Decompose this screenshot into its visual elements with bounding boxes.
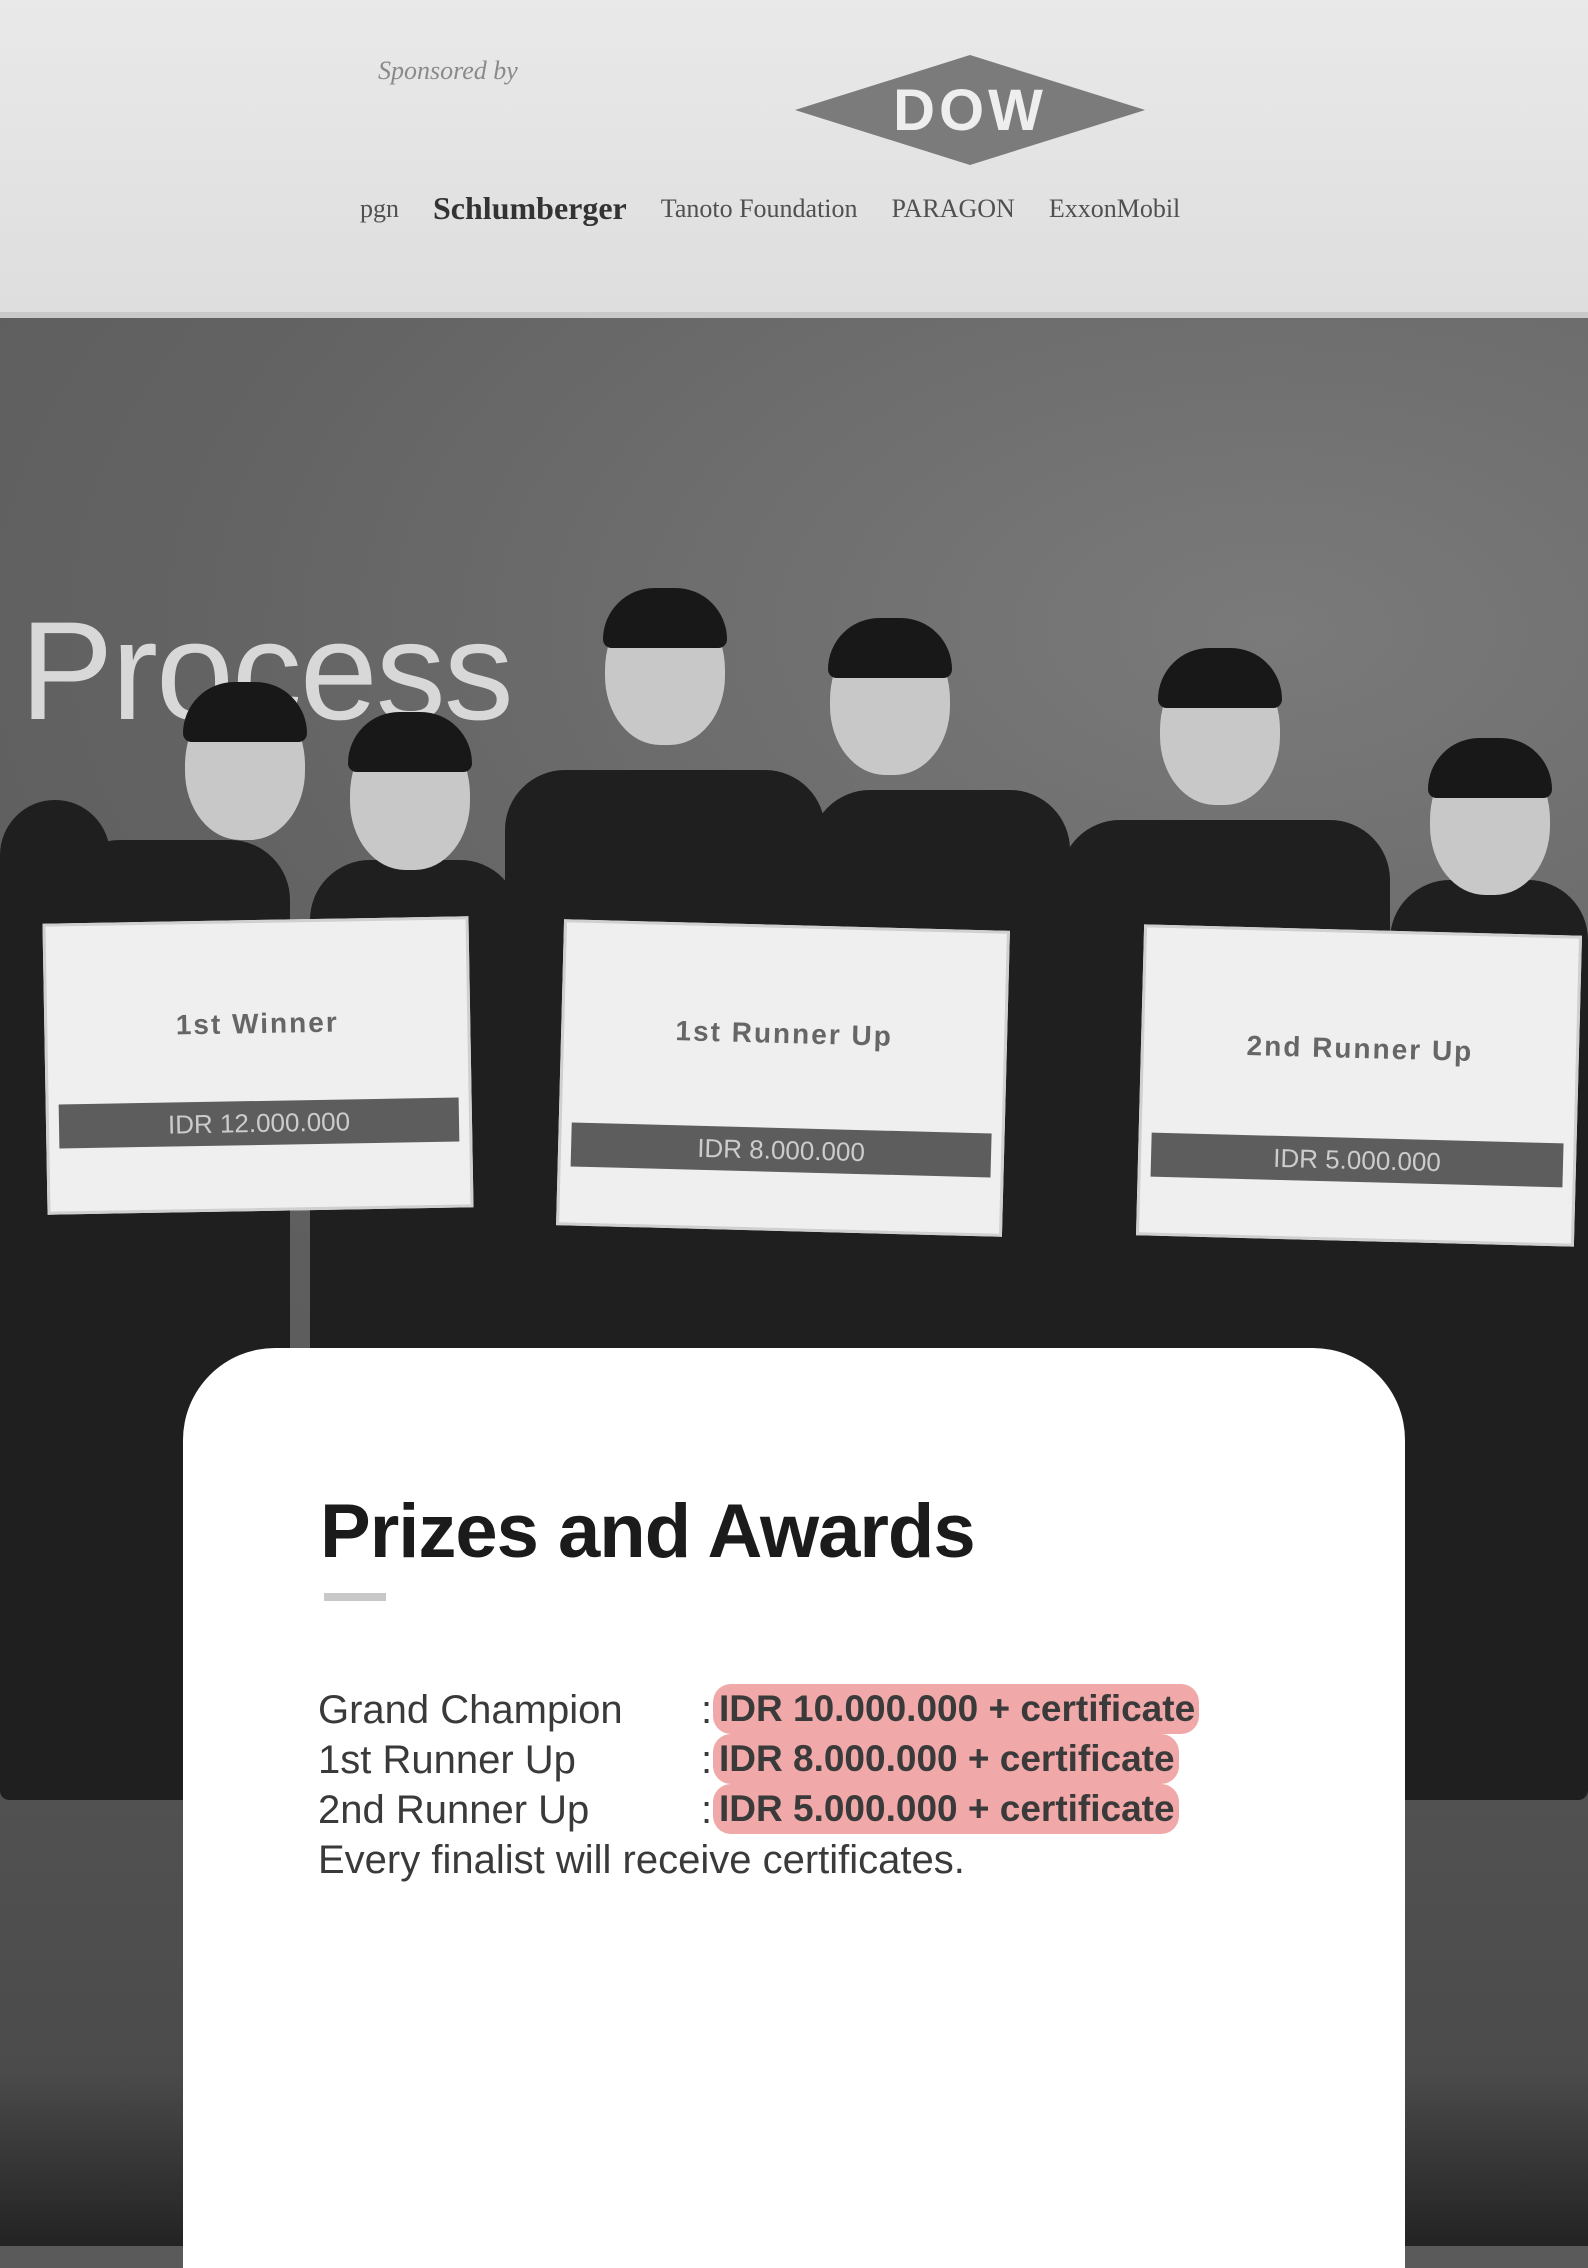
prize-amount-highlight: IDR 10.000.000 + certificate — [713, 1684, 1200, 1734]
prize-label: 2nd Runner Up — [318, 1788, 590, 1832]
prize-label: 1st Runner Up — [318, 1738, 576, 1782]
prize-separator: : — [701, 1688, 713, 1732]
prize-amount-highlight: IDR 8.000.000 + certificate — [713, 1734, 1179, 1784]
sponsor-logo: Schlumberger — [433, 190, 627, 226]
sponsor-logo-row: pgn Schlumberger Tanoto Foundation PARAG… — [360, 190, 1560, 227]
page-title: Prizes and Awards — [320, 1489, 976, 1574]
sponsor-logo: pgn — [360, 193, 399, 223]
prize-board: 2nd Runner Up IDR 5.000.000 — [1136, 924, 1582, 1247]
prize-board-title: 1st Runner Up — [675, 1015, 894, 1052]
prize-row: Grand Champion : IDR 10.000.000 + certif… — [318, 1684, 1318, 1738]
prize-board: 1st Runner Up IDR 8.000.000 — [556, 919, 1010, 1237]
prize-board-title: 2nd Runner Up — [1246, 1030, 1474, 1067]
prize-row: 1st Runner Up : IDR 8.000.000 + certific… — [318, 1734, 1318, 1788]
sponsored-by-label: Sponsored by — [378, 56, 518, 85]
sponsor-logo: Tanoto Foundation — [660, 193, 858, 223]
finalist-note: Every finalist will receive certificates… — [318, 1838, 965, 1882]
prize-label: Grand Champion — [318, 1688, 623, 1732]
prize-separator: : — [701, 1788, 713, 1832]
prize-board-amount: IDR 8.000.000 — [570, 1122, 992, 1178]
prize-separator: : — [701, 1738, 713, 1782]
prize-board-amount: IDR 5.000.000 — [1150, 1132, 1564, 1188]
dow-logo-text: DOW — [893, 77, 1047, 143]
prizes-card: Prizes and Awards Grand Champion : IDR 1… — [183, 1348, 1405, 2268]
prize-amount-highlight: IDR 5.000.000 + certificate — [713, 1784, 1179, 1834]
title-underline — [324, 1593, 386, 1601]
sponsor-banner: Sponsored by DOW pgn Schlumberger Tanoto… — [0, 0, 1588, 318]
dow-logo: DOW — [795, 55, 1145, 165]
sponsor-logo: ExxonMobil — [1048, 193, 1181, 223]
prize-board-amount: IDR 12.000.000 — [58, 1097, 460, 1149]
prize-board-title: 1st Winner — [175, 1006, 339, 1041]
sponsor-logo: PARAGON — [891, 193, 1015, 223]
prize-row: 2nd Runner Up : IDR 5.000.000 + certific… — [318, 1784, 1318, 1838]
prize-board: 1st Winner IDR 12.000.000 — [42, 916, 474, 1215]
